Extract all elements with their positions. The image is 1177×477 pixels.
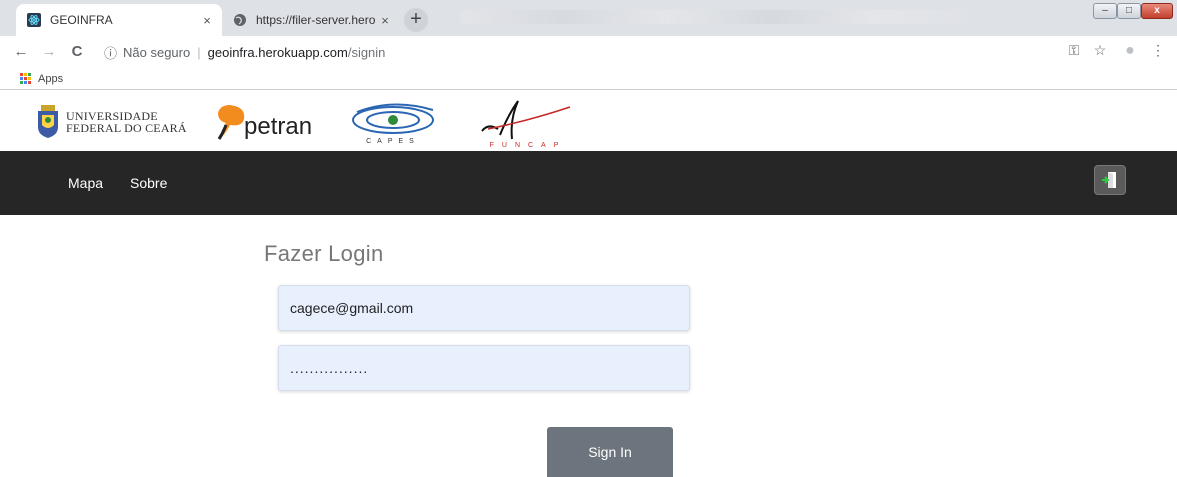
petran-text: petran bbox=[244, 113, 313, 140]
address-separator: | bbox=[197, 44, 201, 60]
star-icon[interactable]: ☆ bbox=[1090, 42, 1110, 62]
login-page: Fazer Login Sign In bbox=[0, 215, 1177, 477]
tab-close-icon[interactable]: × bbox=[198, 13, 216, 28]
tab-filer-server[interactable]: https://filer-server.herokuapp.co × bbox=[222, 4, 400, 36]
info-icon[interactable]: ⓘ bbox=[104, 43, 117, 62]
reload-button[interactable]: C bbox=[66, 41, 88, 63]
tab-close-icon[interactable]: × bbox=[376, 13, 394, 28]
new-tab-button[interactable]: + bbox=[404, 8, 428, 32]
blurred-background-window bbox=[460, 10, 980, 24]
url-host: geoinfra.herokuapp.com bbox=[207, 44, 348, 60]
tab-title: https://filer-server.herokuapp.co bbox=[256, 13, 376, 27]
password-field[interactable] bbox=[278, 345, 690, 391]
main-navbar: Mapa Sobre bbox=[0, 151, 1177, 215]
apps-icon[interactable] bbox=[20, 72, 32, 85]
capes-logo: CAPES bbox=[352, 103, 434, 145]
tab-title: GEOINFRA bbox=[50, 13, 113, 27]
ufc-name: UNIVERSIDADE FEDERAL DO CEARÁ bbox=[66, 110, 187, 134]
url-path: /signin bbox=[347, 44, 386, 60]
petran-logo: petran bbox=[216, 103, 312, 141]
sign-in-button[interactable]: Sign In bbox=[547, 427, 673, 477]
atom-icon bbox=[26, 12, 42, 28]
bookmarks-bar: Apps bbox=[0, 68, 1177, 90]
forward-button[interactable]: → bbox=[38, 41, 60, 63]
door-exit-icon bbox=[1102, 172, 1116, 188]
browser-toolbar: ← → C ⓘ Não seguro | geoinfra.herokuapp.… bbox=[0, 36, 1177, 68]
profile-icon[interactable]: ● bbox=[1120, 42, 1140, 62]
ufc-line2: FEDERAL DO CEARÁ bbox=[66, 121, 187, 135]
security-label: Não seguro bbox=[123, 44, 191, 60]
logo-header: UNIVERSIDADE FEDERAL DO CEARÁ petran CAP… bbox=[0, 91, 1177, 151]
nav-link-mapa[interactable]: Mapa bbox=[68, 175, 103, 191]
ufc-logo: UNIVERSIDADE FEDERAL DO CEARÁ bbox=[36, 105, 187, 139]
funcap-logo: FUNCAP bbox=[481, 100, 571, 149]
address-bar[interactable]: ⓘ Não seguro | geoinfra.herokuapp.com/si… bbox=[104, 40, 1064, 64]
key-icon[interactable]: ⚿ bbox=[1064, 42, 1084, 62]
apps-label[interactable]: Apps bbox=[38, 73, 63, 85]
email-field[interactable] bbox=[278, 285, 690, 331]
browser-tabstrip: GEOINFRA × https://filer-server.herokuap… bbox=[0, 0, 1177, 36]
logout-button[interactable] bbox=[1094, 165, 1126, 195]
globe-icon bbox=[232, 12, 248, 28]
funcap-text: FUNCAP bbox=[490, 142, 567, 149]
tab-geoinfra[interactable]: GEOINFRA × bbox=[16, 4, 222, 36]
back-button[interactable]: ← bbox=[10, 41, 32, 63]
nav-link-sobre[interactable]: Sobre bbox=[130, 175, 167, 191]
close-window-button[interactable]: x bbox=[1141, 3, 1173, 19]
menu-icon[interactable]: ⋮ bbox=[1150, 42, 1166, 62]
page-title: Fazer Login bbox=[264, 241, 384, 266]
maximize-button[interactable]: □ bbox=[1117, 3, 1141, 19]
ufc-shield-icon bbox=[38, 105, 58, 138]
capes-text: CAPES bbox=[366, 138, 420, 145]
minimize-button[interactable]: – bbox=[1093, 3, 1117, 19]
